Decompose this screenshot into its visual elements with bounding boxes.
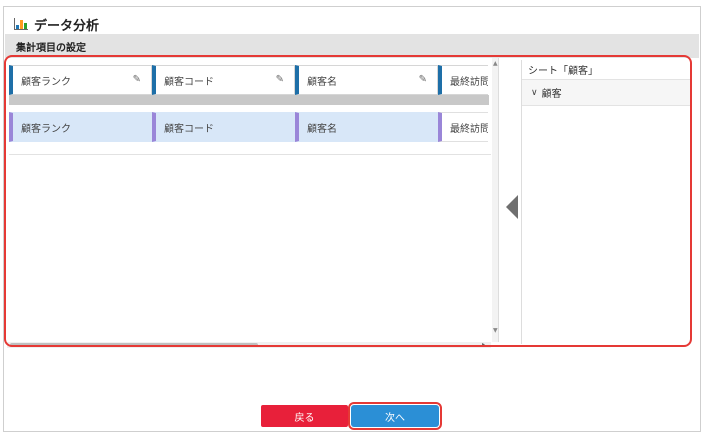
field-label: 最終訪問日 <box>450 76 488 88</box>
vertical-scrollbar[interactable]: ▲ ▼ <box>492 58 498 342</box>
field-header-customer-name[interactable]: 顧客名 ✎ <box>295 65 438 95</box>
pencil-icon[interactable]: ✎ <box>133 74 141 85</box>
divider <box>9 154 491 155</box>
selected-field-customer-rank[interactable]: 顧客ランク <box>9 112 152 142</box>
field-label: 顧客コード <box>164 76 214 88</box>
selected-field-row: 顧客ランク 顧客コード 顧客名 最終訪問日 <box>9 112 488 142</box>
selected-field-customer-name[interactable]: 顧客名 <box>295 112 438 142</box>
next-button[interactable]: 次へ <box>348 402 442 430</box>
selected-field-customer-code[interactable]: 顧客コード <box>152 112 295 142</box>
scroll-up-icon[interactable]: ▲ <box>493 60 498 67</box>
selected-field-last-visit[interactable]: 最終訪問日 <box>438 112 488 142</box>
field-header-row: 顧客ランク ✎ 顧客コード ✎ 顧客名 ✎ 最終訪問日 <box>9 65 488 95</box>
triangle-left-icon[interactable] <box>506 195 518 219</box>
field-header-customer-code[interactable]: 顧客コード ✎ <box>152 65 295 95</box>
sheet-panel: シート「顧客」 ∨ 顧客 <box>521 60 690 344</box>
scroll-right-icon[interactable]: ▸ <box>482 341 485 348</box>
back-button[interactable]: 戻る <box>261 405 348 427</box>
field-label: 顧客コード <box>164 123 214 135</box>
field-label: 顧客名 <box>307 76 337 88</box>
field-label: 顧客ランク <box>21 123 71 135</box>
field-label: 顧客名 <box>307 123 337 135</box>
field-header-last-visit[interactable]: 最終訪問日 <box>438 65 488 95</box>
tree-node-label: 顧客 <box>541 89 562 100</box>
window-title-bar: データ分析 <box>14 15 100 34</box>
tree-node-customer[interactable]: ∨ 顧客 <box>522 79 690 106</box>
pencil-icon[interactable]: ✎ <box>276 74 284 85</box>
field-label: 最終訪問日 <box>450 123 488 135</box>
pencil-icon[interactable]: ✎ <box>419 74 427 85</box>
field-layout-pane: 顧客ランク ✎ 顧客コード ✎ 顧客名 ✎ 最終訪問日 顧客ランク 顧客コード … <box>7 58 499 342</box>
horizontal-scrollbar-thumb[interactable] <box>10 343 258 347</box>
sheet-title: シート「顧客」 <box>528 66 598 77</box>
chevron-down-icon[interactable]: ∨ <box>531 88 538 98</box>
window-title: データ分析 <box>34 18 100 34</box>
section-header: 集計項目の設定 <box>5 34 699 58</box>
field-header-customer-rank[interactable]: 顧客ランク ✎ <box>9 65 152 95</box>
bar-chart-icon <box>14 18 28 30</box>
field-label: 顧客ランク <box>21 76 71 88</box>
scroll-down-icon[interactable]: ▼ <box>493 327 498 334</box>
drop-separator <box>9 95 489 105</box>
